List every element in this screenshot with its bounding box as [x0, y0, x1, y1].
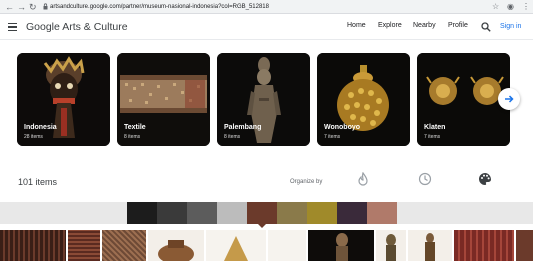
color-swatch[interactable]: [157, 202, 187, 224]
card-count: 7 items: [324, 134, 341, 140]
search-icon[interactable]: [481, 22, 491, 32]
nav-home[interactable]: Home: [347, 22, 366, 29]
figure-image: [336, 233, 348, 261]
card-title: Wonoboyo: [324, 124, 361, 131]
time-clock-icon[interactable]: [418, 172, 432, 186]
card-title: Klaten: [424, 124, 446, 131]
card-count: 8 items: [224, 134, 241, 140]
forward-arrow-icon[interactable]: →: [17, 2, 26, 12]
stories-carousel: Indonesia 28 items Textile 8 items Palem…: [0, 40, 533, 155]
arrow-right-icon: [505, 95, 514, 103]
selected-color-indicator: [258, 224, 266, 228]
statue-image: [217, 53, 310, 146]
card-title: Indonesia: [24, 124, 57, 131]
color-palette-icon[interactable]: [478, 172, 492, 186]
color-swatch-selected[interactable]: [247, 202, 277, 224]
artifact-image: [224, 236, 248, 261]
collection-thumbnails: [0, 230, 533, 264]
card-count: 28 items: [24, 134, 43, 140]
mask-image: [17, 53, 110, 146]
more-vert-icon[interactable]: ⋮: [522, 2, 530, 12]
figure-image: [425, 233, 435, 261]
thumbnail-textile[interactable]: [516, 230, 533, 261]
account-icon[interactable]: ◉: [507, 2, 514, 12]
thumbnail-textile[interactable]: [102, 230, 146, 261]
thumbnail-textile[interactable]: [68, 230, 100, 261]
thumbnail-textile[interactable]: [0, 230, 66, 261]
card-wonoboyo[interactable]: Wonoboyo 7 items: [317, 53, 410, 146]
color-swatch[interactable]: [367, 202, 397, 224]
gold-vessel-image: [317, 53, 410, 146]
site-header: Google Arts & Culture Home Explore Nearb…: [0, 14, 533, 40]
popularity-flame-icon[interactable]: [356, 172, 370, 186]
reload-icon[interactable]: ↻: [29, 2, 37, 12]
card-count: 8 items: [124, 134, 141, 140]
thumbnail-textile[interactable]: [454, 230, 514, 261]
card-palembang[interactable]: Palembang 8 items: [217, 53, 310, 146]
organize-by-label: Organize by: [290, 179, 323, 185]
card-textile[interactable]: Textile 8 items: [117, 53, 210, 146]
card-klaten[interactable]: Klaten 7 items: [417, 53, 510, 146]
card-count: 7 items: [424, 134, 441, 140]
color-swatch[interactable]: [217, 202, 247, 224]
card-title: Textile: [124, 124, 146, 131]
hamburger-menu-icon[interactable]: [8, 23, 17, 31]
thumbnail-artifact[interactable]: [206, 230, 266, 261]
thumbnail-artifact[interactable]: [268, 230, 306, 261]
items-count: 101 items: [18, 177, 58, 187]
color-swatch[interactable]: [127, 202, 157, 224]
color-swatch[interactable]: [337, 202, 367, 224]
card-indonesia[interactable]: Indonesia 28 items: [17, 53, 110, 146]
card-title: Palembang: [224, 124, 262, 131]
color-swatch[interactable]: [187, 202, 217, 224]
thumbnail-figure[interactable]: [376, 230, 406, 261]
carousel-next-button[interactable]: [498, 88, 520, 110]
color-filter-bar: [0, 202, 533, 224]
thumbnail-figure[interactable]: [408, 230, 452, 261]
color-swatch[interactable]: [307, 202, 337, 224]
nav-nearby[interactable]: Nearby: [413, 22, 436, 29]
textile-image: [117, 53, 210, 146]
figure-image: [386, 234, 396, 261]
browser-toolbar: ← → ↻ artsandculture.google.com/partner/…: [0, 0, 533, 14]
vessel-image: [158, 240, 194, 264]
back-arrow-icon[interactable]: ←: [5, 2, 14, 12]
thumbnail-vessel[interactable]: [148, 230, 204, 264]
color-swatch[interactable]: [277, 202, 307, 224]
lock-icon: [43, 3, 48, 10]
sign-in-link[interactable]: Sign in: [500, 23, 521, 30]
nav-profile[interactable]: Profile: [448, 22, 468, 29]
thumbnail-figure[interactable]: [308, 230, 374, 261]
star-icon[interactable]: ☆: [492, 2, 499, 12]
nav-explore[interactable]: Explore: [378, 22, 402, 29]
logo[interactable]: Google Arts & Culture: [26, 21, 128, 33]
gold-ornaments-image: [417, 53, 510, 146]
address-bar[interactable]: artsandculture.google.com/partner/museum…: [50, 2, 490, 12]
